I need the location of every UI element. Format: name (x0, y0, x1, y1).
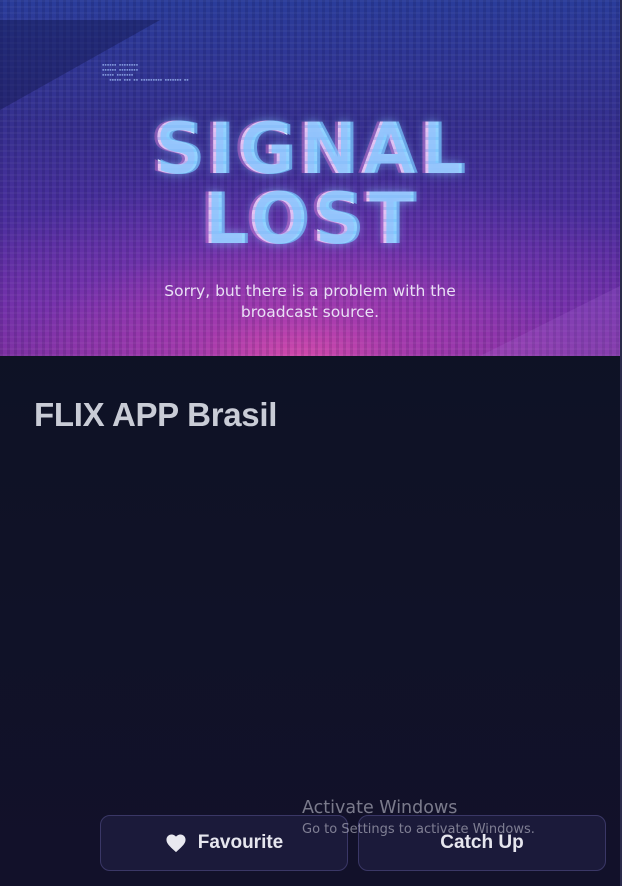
channel-title: FLIX APP Brasil (34, 396, 278, 433)
signal-lost-message-line2: broadcast source. (240, 303, 380, 321)
app-window: ▪▪▪▪▪▪ ▪▪▪▪▪▪▪▪ ▪▪▪▪▪▪ ▪▪▪▪▪▪▪▪ ▪▪▪▪▪ ▪▪… (0, 0, 622, 886)
signal-lost-message-line1: Sorry, but there is a problem with the (164, 282, 456, 300)
catch-up-button[interactable]: Catch Up (358, 815, 606, 871)
favourite-button[interactable]: Favourite (100, 815, 348, 871)
favourite-label: Favourite (197, 832, 284, 853)
signal-lost-message: Sorry, but there is a problem with the b… (0, 281, 620, 323)
decor-code-lines: ▪▪▪▪▪▪ ▪▪▪▪▪▪▪▪ ▪▪▪▪▪▪ ▪▪▪▪▪▪▪▪ ▪▪▪▪▪ ▪▪… (102, 62, 189, 82)
heart-icon (166, 834, 186, 853)
video-player[interactable]: ▪▪▪▪▪▪ ▪▪▪▪▪▪▪▪ ▪▪▪▪▪▪ ▪▪▪▪▪▪▪▪ ▪▪▪▪▪ ▪▪… (0, 0, 620, 356)
catch-up-label: Catch Up (440, 832, 524, 853)
signal-lost-heading-line2: LOST (202, 178, 418, 260)
